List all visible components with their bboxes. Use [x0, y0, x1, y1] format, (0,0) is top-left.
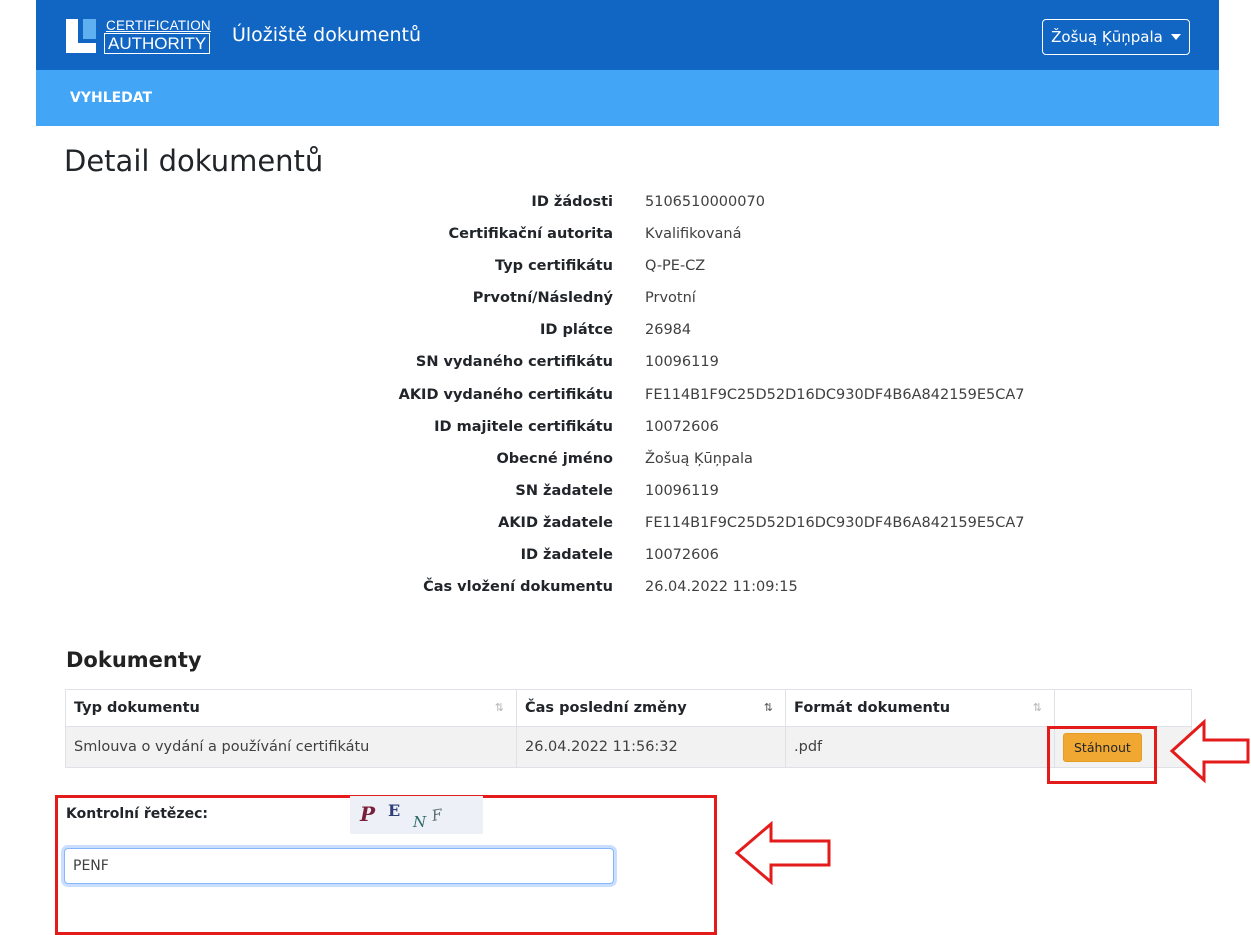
detail-value: 5106510000070: [645, 194, 765, 210]
detail-row: SN vydaného certifikátu 10096119: [0, 352, 1251, 384]
detail-label: ID majitele certifikátu: [434, 418, 613, 435]
detail-row: Prvotní/Následný Prvotní: [0, 288, 1251, 320]
detail-label: AKID vydaného certifikátu: [398, 386, 613, 403]
document-type-cell: Smlouva o vydání a používání certifikátu: [65, 726, 517, 768]
document-format-cell: .pdf: [785, 726, 1055, 768]
detail-row: Obecné jméno Žošuą Ķūņpala: [0, 449, 1251, 481]
sort-icon: ⇅: [1032, 701, 1042, 714]
last-modified-cell: 26.04.2022 11:56:32: [516, 726, 786, 768]
detail-value: 10072606: [645, 547, 719, 564]
documents-section-title: Dokumenty: [66, 648, 202, 672]
logo-mark-icon: [66, 19, 99, 53]
detail-value: 10096119: [645, 482, 719, 499]
nav-bar: VYHLEDAT: [36, 70, 1219, 126]
arrow-left-icon: [734, 820, 831, 886]
detail-value: FE114B1F9C25D52D16DC930DF4B6A842159E5CA7: [645, 514, 1025, 531]
arrow-left-icon: [1169, 718, 1250, 784]
detail-label: SN žadatele: [515, 482, 613, 499]
detail-row: ID žadatele 10072606: [0, 545, 1251, 577]
logo-text-certification: CERTIFICATION: [106, 18, 211, 33]
certification-authority-logo[interactable]: CERTIFICATION AUTHORITY: [66, 18, 216, 54]
detail-value: Prvotní: [645, 290, 696, 307]
svg-text:E: E: [388, 801, 400, 820]
detail-row: Čas vložení dokumentu 26.04.2022 11:09:15: [0, 577, 1251, 609]
app-title: Úložiště dokumentů: [232, 24, 422, 46]
nav-item-search[interactable]: VYHLEDAT: [70, 90, 152, 106]
logo-text-authority: AUTHORITY: [104, 33, 211, 54]
detail-label: Typ certifikátu: [495, 258, 613, 275]
detail-row: ID plátce 26984: [0, 320, 1251, 352]
detail-value: 26984: [645, 322, 692, 339]
detail-row: Typ certifikátu Q-PE-CZ: [0, 256, 1251, 288]
caret-down-icon: [1170, 34, 1181, 40]
detail-row: ID žádosti 5106510000070: [0, 192, 1251, 224]
detail-value: 26.04.2022 11:09:15: [645, 579, 798, 596]
detail-value: 10072606: [645, 418, 719, 435]
column-header-label: Čas poslední změny: [525, 700, 687, 716]
captcha-label: Kontrolní řetězec:: [66, 806, 208, 822]
column-header-document-type[interactable]: Typ dokumentu ⇅: [65, 689, 517, 727]
svg-text:P: P: [359, 802, 376, 826]
svg-text:N: N: [412, 813, 427, 831]
sort-icon: ⇅: [763, 701, 773, 714]
column-header-last-modified[interactable]: Čas poslední změny ⇅: [516, 689, 786, 727]
captcha-input[interactable]: [64, 848, 614, 884]
table-header-row: Typ dokumentu ⇅ Čas poslední změny ⇅ For…: [65, 689, 1192, 727]
detail-label: Čas vložení dokumentu: [423, 579, 613, 596]
detail-value: Q-PE-CZ: [645, 258, 706, 275]
highlight-download-box: [1047, 726, 1157, 784]
user-name: Žošuą Ķūņpala: [1051, 28, 1163, 46]
detail-value: 10096119: [645, 354, 719, 371]
sort-icon: ⇅: [494, 701, 504, 714]
detail-value: Žošuą Ķūņpala: [645, 450, 753, 467]
document-detail-list: ID žádosti 5106510000070 Certifikační aut…: [0, 192, 1251, 609]
table-row: Smlouva o vydání a používání certifikátu…: [65, 726, 1192, 768]
user-menu-button[interactable]: Žošuą Ķūņpala: [1042, 19, 1190, 55]
column-header-document-format[interactable]: Formát dokumentu ⇅: [785, 689, 1055, 727]
detail-label: ID žádosti: [531, 194, 613, 210]
documents-table: Typ dokumentu ⇅ Čas poslední změny ⇅ For…: [65, 689, 1192, 768]
detail-row: SN žadatele 10096119: [0, 481, 1251, 513]
detail-row: AKID vydaného certifikátu FE114B1F9C25D52…: [0, 385, 1251, 417]
detail-label: ID plátce: [540, 322, 613, 339]
detail-label: AKID žadatele: [498, 514, 613, 531]
detail-value: FE114B1F9C25D52D16DC930DF4B6A842159E5CA7: [645, 386, 1025, 403]
column-header-label: Typ dokumentu: [74, 700, 200, 716]
captcha-image: P E N F: [350, 796, 483, 834]
detail-row: ID majitele certifikátu 10072606: [0, 417, 1251, 449]
top-bar: CERTIFICATION AUTHORITY Úložiště dokumen…: [36, 0, 1219, 70]
detail-label: ID žadatele: [520, 547, 613, 564]
detail-label: Obecné jméno: [496, 450, 613, 467]
column-header-label: Formát dokumentu: [794, 700, 951, 716]
detail-label: SN vydaného certifikátu: [415, 354, 613, 371]
detail-value: Kvalifikovaná: [645, 226, 742, 243]
detail-row: Certifikační autorita Kvalifikovaná: [0, 224, 1251, 256]
detail-label: Prvotní/Následný: [472, 290, 613, 307]
detail-row: AKID žadatele FE114B1F9C25D52D16DC930DF4B…: [0, 513, 1251, 545]
page-title: Detail dokumentů: [64, 144, 324, 178]
detail-label: Certifikační autorita: [448, 226, 613, 243]
